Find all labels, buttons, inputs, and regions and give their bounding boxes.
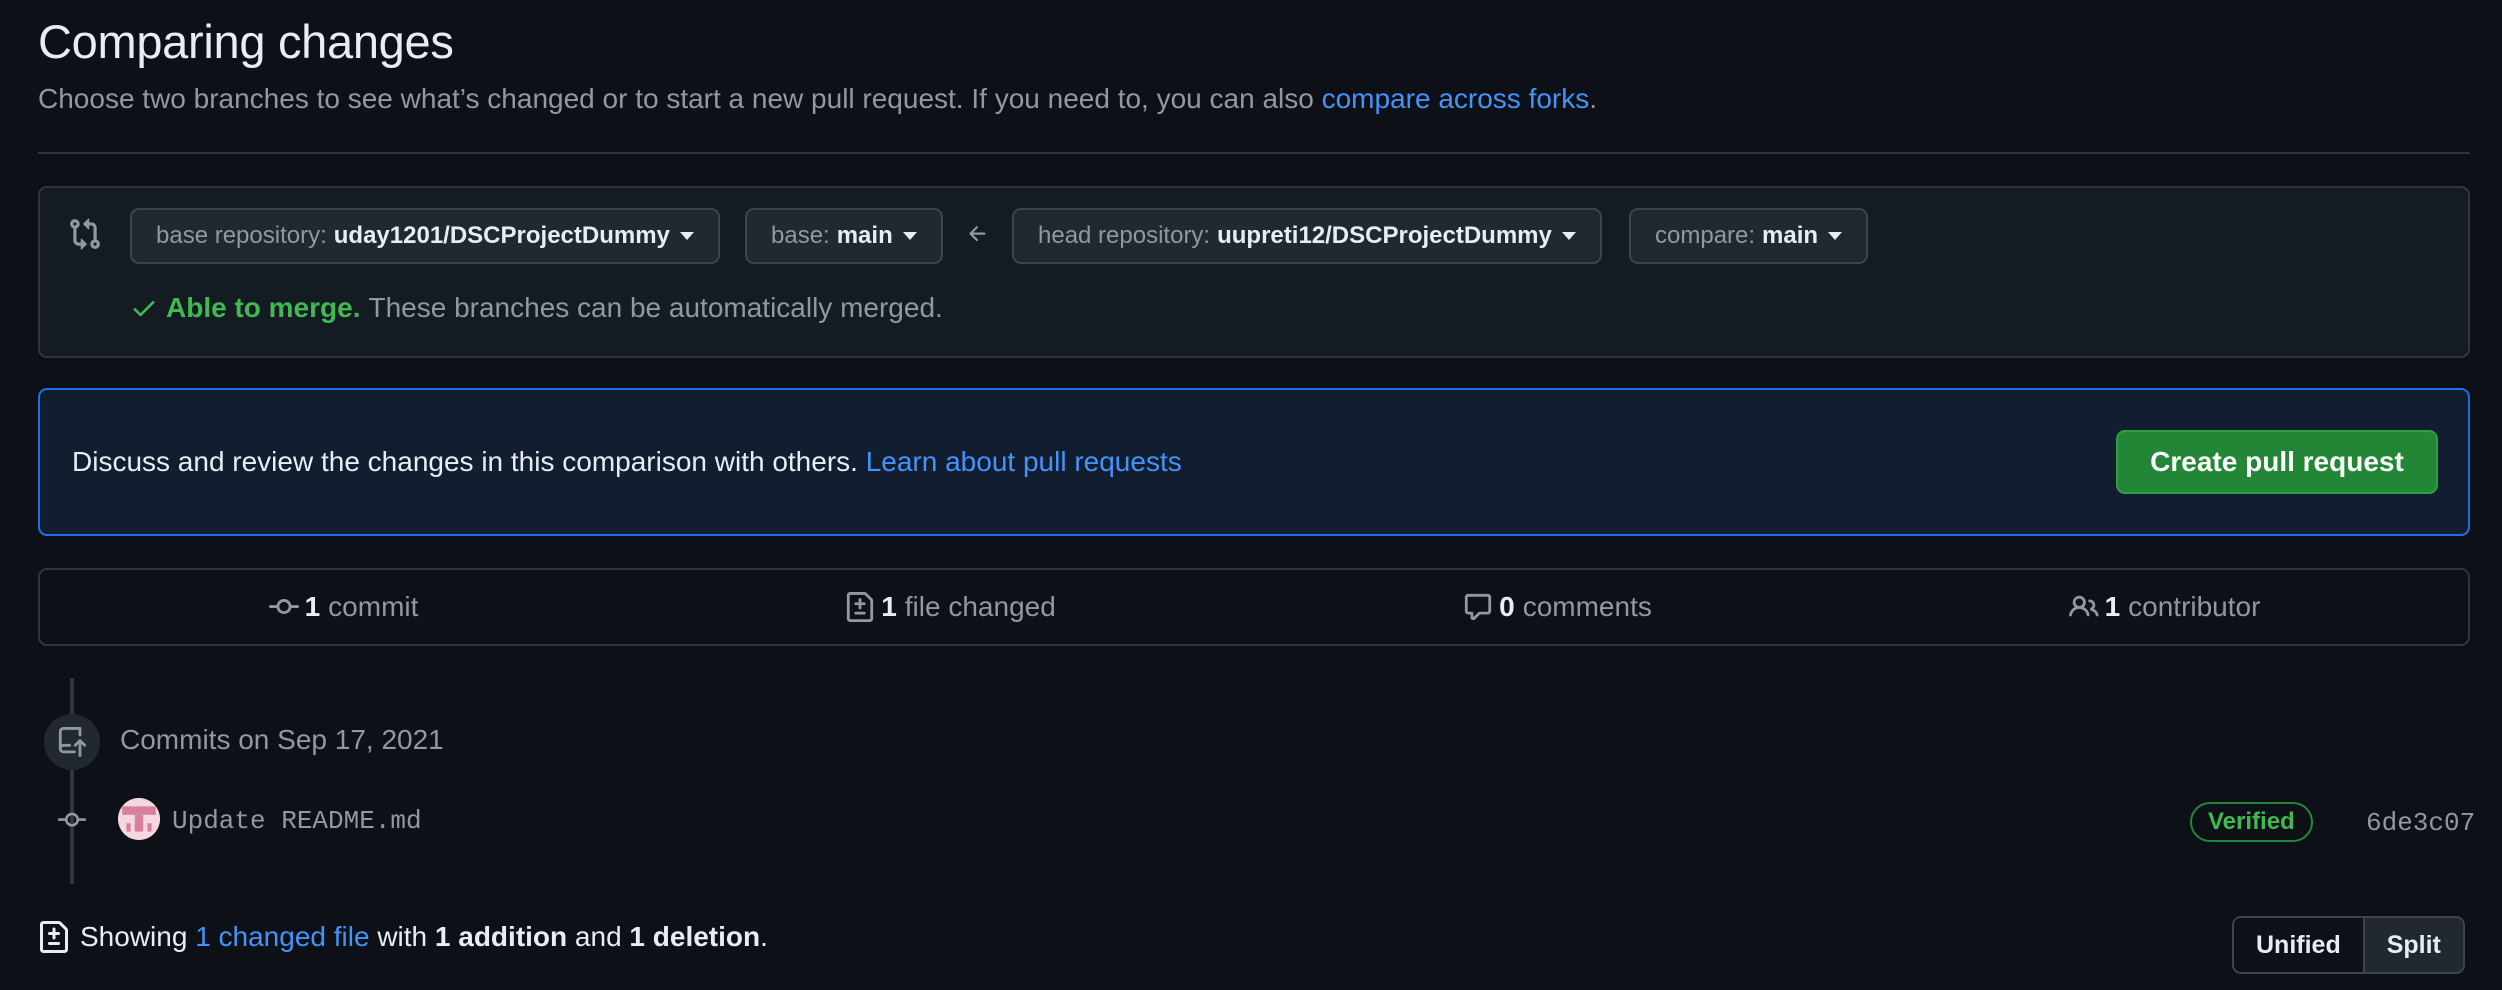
diffstat-with: with [369, 921, 435, 952]
page-subtitle: Choose two branches to see what’s change… [38, 83, 1597, 115]
diffstat-end: . [760, 921, 768, 952]
chevron-down-icon [1828, 232, 1843, 240]
repo-push-icon [58, 727, 87, 757]
chevron-down-icon [902, 232, 917, 240]
files-count: 1 [881, 591, 897, 622]
compare-branch-select[interactable]: compare: main [1629, 208, 1869, 264]
commits-count: 1 [304, 591, 321, 622]
identicon-icon [118, 798, 160, 840]
comments-stat: 0 comments [1254, 570, 1861, 644]
create-pull-request-button[interactable]: Create pull request [2116, 430, 2438, 494]
avatar[interactable] [118, 798, 160, 840]
base-branch-label: base: [771, 222, 830, 249]
diffstat-summary: Showing 1 changed file with 1 addition a… [38, 920, 768, 954]
unified-view-button[interactable]: Unified [2234, 918, 2363, 972]
compare-branch-value: main [1762, 222, 1819, 249]
compare-branch-label: compare: [1655, 222, 1756, 249]
compare-stats: 1 commit 1 file changed 0 comments 1 contrib… [38, 568, 2470, 646]
files-stat[interactable]: 1 file changed [647, 570, 1254, 644]
contributors-count: 1 [2104, 591, 2121, 622]
git-commit-icon [58, 812, 86, 827]
divider [38, 152, 2470, 154]
diffstat-prefix: Showing [80, 921, 196, 952]
merge-status-detail: These branches can be automatically merg… [368, 292, 943, 323]
files-label: file changed [904, 591, 1056, 622]
arrow-left-icon [969, 226, 986, 242]
file-diff-icon [847, 592, 874, 622]
commits-date-heading: Commits on Sep 17, 2021 [120, 724, 444, 755]
comments-label: comments [1522, 591, 1652, 622]
blankslate-message: Discuss and review the changes in this c… [72, 446, 866, 477]
base-repository-select[interactable]: base repository: uday1201/DSCProjectDummy [130, 208, 720, 264]
base-branch-value: main [836, 222, 893, 249]
diff-view-toggle: Unified Split [2232, 916, 2465, 974]
commits-badge [44, 714, 100, 770]
deletions-count: 1 deletion [629, 921, 761, 952]
check-icon [133, 301, 155, 317]
compare-across-forks-link[interactable]: compare across forks [1322, 83, 1590, 114]
base-repository-value: uday1201/DSCProjectDummy [333, 222, 670, 249]
comment-icon [1465, 593, 1492, 621]
commits-stat[interactable]: 1 commit [40, 570, 647, 644]
subtitle-text: Choose two branches to see what’s change… [38, 83, 1322, 114]
comments-count: 0 [1499, 591, 1515, 622]
contributors-stat[interactable]: 1 contributor [1861, 570, 2468, 644]
merge-status: Able to merge. These branches can be aut… [130, 292, 943, 324]
file-diff-icon [40, 921, 68, 953]
commit-message-link[interactable]: Update README.md [172, 806, 422, 836]
page-title: Comparing changes [38, 15, 454, 68]
verified-badge[interactable]: Verified [2190, 802, 2313, 842]
commits-label: commit [328, 591, 419, 622]
learn-about-pull-requests-link[interactable]: Learn about pull requests [866, 446, 1182, 477]
commit-sha-link[interactable]: 6de3c07 [2366, 808, 2475, 838]
additions-count: 1 addition [434, 921, 568, 952]
git-commit-icon [268, 599, 299, 615]
blankslate-text: Discuss and review the changes in this c… [72, 446, 1182, 478]
diffstat-and: and [567, 921, 630, 952]
subtitle-end: . [1589, 83, 1598, 114]
split-view-button[interactable]: Split [2362, 918, 2463, 972]
merge-status-label: Able to merge. [166, 292, 361, 323]
base-repository-label: base repository: [156, 222, 327, 249]
chevron-down-icon [679, 232, 694, 240]
changed-files-link[interactable]: 1 changed file [195, 921, 369, 953]
head-repository-select[interactable]: head repository: uupreti12/DSCProjectDumm… [1012, 208, 1602, 264]
base-branch-select[interactable]: base: main [745, 208, 943, 264]
git-compare-icon [70, 218, 100, 250]
timeline-line [70, 678, 74, 884]
head-repository-label: head repository: [1038, 222, 1211, 249]
people-icon [2068, 595, 2099, 617]
head-repository-value: uupreti12/DSCProjectDummy [1217, 222, 1552, 249]
chevron-down-icon [1561, 232, 1576, 240]
contributors-label: contributor [2128, 591, 2261, 622]
